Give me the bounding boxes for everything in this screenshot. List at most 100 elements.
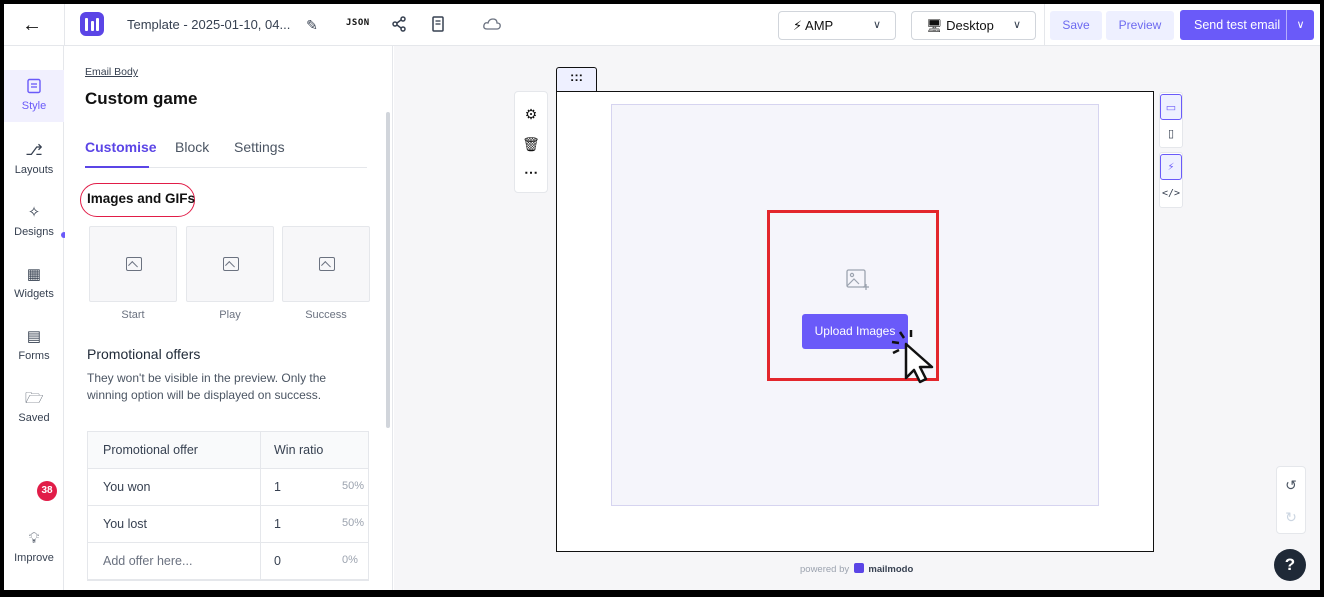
- preview-device-switch: ▭ ▯: [1159, 92, 1183, 148]
- left-rail: Style ⎇ Layouts ✧ Designs ▦ Widgets ▤ Fo…: [4, 46, 67, 590]
- json-button[interactable]: JSON: [346, 18, 370, 28]
- image-icon: [126, 257, 142, 271]
- offer-cell[interactable]: You won: [103, 480, 151, 494]
- document-export-icon[interactable]: [428, 15, 448, 35]
- undo-icon[interactable]: ↺: [1277, 477, 1305, 494]
- device-selected: Desktop: [946, 18, 994, 33]
- trash-icon[interactable]: 🗑︎: [515, 136, 547, 153]
- more-icon[interactable]: ⋯: [515, 164, 547, 181]
- rail-label: Designs: [14, 226, 54, 238]
- rail-label: Saved: [18, 412, 50, 424]
- tab-customise[interactable]: Customise: [85, 139, 157, 155]
- ratio-cell[interactable]: 1: [274, 480, 281, 494]
- add-image-icon: [846, 269, 869, 290]
- block-drag-handle[interactable]: :::: [556, 67, 597, 91]
- image-slot-success[interactable]: [282, 226, 370, 302]
- column-header: Win ratio: [274, 443, 324, 457]
- image-icon: [319, 257, 335, 271]
- divider: [260, 432, 261, 469]
- back-arrow-icon[interactable]: ←: [20, 13, 44, 37]
- help-button[interactable]: ?: [1274, 549, 1306, 581]
- bolt-icon[interactable]: ⚡︎: [1160, 154, 1182, 180]
- add-offer-row[interactable]: Add offer here... 0 0%: [88, 543, 368, 580]
- slot-label: Play: [219, 309, 241, 321]
- device-dropdown[interactable]: 🖥︎ Desktop ∨: [911, 11, 1036, 40]
- bolt-icon: ⚡︎: [793, 18, 803, 33]
- rail-item-forms[interactable]: ▤ Forms: [4, 328, 64, 362]
- rail-item-designs[interactable]: ✧ Designs: [4, 204, 64, 238]
- click-cursor-icon: [891, 330, 934, 384]
- gear-icon[interactable]: ⚙︎: [515, 106, 547, 123]
- mobile-icon[interactable]: ▯: [1160, 121, 1182, 147]
- rail-label: Forms: [18, 350, 50, 362]
- rail-item-saved[interactable]: 🗁︎ Saved: [4, 390, 64, 424]
- redo-icon[interactable]: ↻: [1277, 509, 1305, 526]
- pencil-icon[interactable]: ✎: [302, 15, 322, 35]
- promo-heading: Promotional offers: [87, 346, 201, 362]
- tab-settings[interactable]: Settings: [234, 139, 285, 155]
- share-icon[interactable]: [389, 15, 409, 35]
- preview-format-switch: ⚡︎ </>: [1159, 152, 1183, 208]
- form-icon: ▤: [26, 328, 42, 345]
- rail-item-style[interactable]: Style: [4, 70, 64, 122]
- app-frame: ← Template - 2025-01-10, 04... ✎ JSON ⚡︎…: [4, 4, 1320, 590]
- divider: [260, 469, 261, 506]
- slot-label: Success: [305, 309, 347, 321]
- divider: [1044, 4, 1045, 46]
- rail-label: Widgets: [14, 288, 54, 300]
- image-slot-start[interactable]: [89, 226, 177, 302]
- powered-by-text: powered by: [800, 564, 850, 575]
- table-row[interactable]: You won 1 50%: [88, 469, 368, 506]
- format-selected: AMP: [805, 18, 834, 33]
- rail-item-widgets[interactable]: ▦ Widgets: [4, 266, 64, 300]
- desktop-icon[interactable]: ▭: [1160, 94, 1182, 120]
- panel-tabs: Customise Block Settings: [85, 139, 367, 168]
- send-test-email-button[interactable]: Send test email ∨: [1180, 10, 1314, 40]
- layouts-icon: ⎇: [25, 142, 43, 159]
- widgets-icon: ▦: [26, 266, 42, 283]
- history-controls: ↺ ↻: [1276, 466, 1306, 534]
- pct-cell: 50%: [342, 480, 365, 492]
- monitor-icon: 🖥︎: [926, 18, 943, 33]
- sparkle-icon: ✧: [27, 204, 41, 221]
- tab-block[interactable]: Block: [175, 139, 209, 155]
- promo-table: Promotional offer Win ratio You won 1 50…: [87, 431, 369, 581]
- divider: [260, 506, 261, 543]
- chevron-down-icon: ∨: [1012, 19, 1021, 31]
- save-button[interactable]: Save: [1050, 11, 1102, 40]
- image-icon: [223, 257, 239, 271]
- pct-cell: 0%: [342, 554, 358, 566]
- preview-button[interactable]: Preview: [1106, 11, 1174, 40]
- customise-panel: Email Body Custom game Customise Block S…: [65, 46, 393, 590]
- code-icon[interactable]: </>: [1160, 181, 1182, 207]
- image-slot-play[interactable]: [186, 226, 274, 302]
- images-heading: Images and GIFs: [87, 191, 196, 206]
- divider: [64, 4, 65, 46]
- column-header: Promotional offer: [103, 443, 198, 457]
- powered-by: powered by mailmodo: [800, 563, 913, 575]
- chevron-down-icon: ∨: [872, 19, 881, 31]
- top-bar: ← Template - 2025-01-10, 04... ✎ JSON ⚡︎…: [4, 4, 1320, 46]
- offer-cell[interactable]: You lost: [103, 517, 147, 531]
- pct-cell: 50%: [342, 517, 365, 529]
- ratio-cell[interactable]: 1: [274, 517, 281, 531]
- table-row[interactable]: You lost 1 50%: [88, 506, 368, 543]
- folder-icon: 🗁︎: [25, 390, 44, 407]
- rail-label: Style: [21, 100, 47, 112]
- template-title[interactable]: Template - 2025-01-10, 04...: [127, 17, 290, 32]
- active-tab-indicator: [85, 166, 149, 168]
- mailmodo-logo-icon: [80, 12, 104, 36]
- rail-label: Improve: [14, 552, 54, 564]
- divider: [260, 543, 261, 580]
- rail-item-improve[interactable]: 💡︎ Improve: [4, 530, 64, 564]
- format-dropdown[interactable]: ⚡︎ AMP ∨: [778, 11, 896, 40]
- brush-icon: [25, 78, 43, 96]
- block-toolbar: ⚙︎ 🗑︎ ⋯: [514, 91, 548, 193]
- rail-item-layouts[interactable]: ⎇ Layouts: [4, 142, 64, 176]
- add-offer-input[interactable]: Add offer here...: [103, 554, 192, 568]
- send-test-email-label: Send test email: [1194, 18, 1281, 32]
- breadcrumb[interactable]: Email Body: [85, 66, 138, 78]
- panel-scrollbar[interactable]: [386, 112, 390, 428]
- chevron-down-icon[interactable]: ∨: [1286, 10, 1314, 40]
- ratio-cell[interactable]: 0: [274, 554, 281, 568]
